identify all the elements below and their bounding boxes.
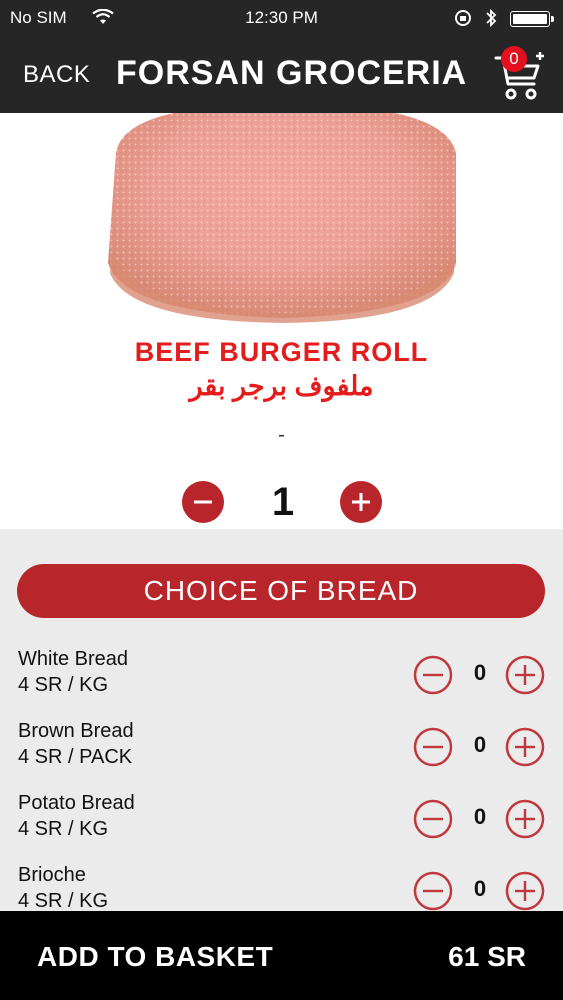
minus-circle-icon[interactable] (413, 727, 453, 767)
battery-icon (510, 11, 554, 27)
choice-of-bread-header[interactable]: CHOICE OF BREAD (17, 564, 545, 618)
plus-circle-icon[interactable] (505, 655, 545, 695)
option-count: 0 (473, 660, 487, 685)
option-name: Brioche (18, 864, 86, 886)
option-count: 0 (473, 732, 487, 757)
bread-options-panel: CHOICE OF BREAD White Bread 4 SR / KG 0 … (0, 529, 563, 911)
rotation-lock-icon (454, 9, 474, 32)
cart-count-badge: 0 (501, 46, 527, 72)
back-button[interactable]: BACK (23, 61, 90, 89)
option-name: Brown Bread (18, 720, 134, 742)
minus-circle-icon[interactable] (413, 871, 453, 911)
quantity-value: 1 (271, 480, 295, 524)
quantity-stepper: 1 (0, 480, 563, 524)
option-price: 4 SR / KG (18, 674, 109, 696)
option-name: Potato Bread (18, 792, 135, 814)
add-to-basket-button[interactable]: ADD TO BASKET (37, 941, 273, 973)
option-name: White Bread (18, 648, 129, 670)
plus-circle-icon[interactable] (505, 727, 545, 767)
option-row-brioche: Brioche 4 SR / KG 0 (0, 864, 563, 911)
option-price: 4 SR / KG (18, 890, 109, 911)
total-price: 61 SR (448, 941, 526, 972)
product-name-arabic: ملفوف برجر بقر (189, 371, 374, 401)
minus-circle-icon[interactable] (413, 655, 453, 695)
product-image (104, 113, 460, 325)
product-description: - (278, 424, 285, 446)
plus-circle-icon[interactable] (505, 799, 545, 839)
option-count: 0 (473, 876, 487, 901)
option-row-brown-bread: Brown Bread 4 SR / PACK 0 (0, 720, 563, 780)
app-header: No SIM 12:30 PM BACK FORSAN GROCERIA 0 (0, 0, 563, 113)
add-to-basket-bar[interactable]: ADD TO BASKET 61 SR (0, 911, 563, 1000)
option-price: 4 SR / KG (18, 818, 109, 840)
status-bar: No SIM 12:30 PM (0, 0, 563, 36)
option-price: 4 SR / PACK (18, 746, 133, 768)
minus-circle-icon[interactable] (413, 799, 453, 839)
bluetooth-icon (484, 8, 498, 33)
store-title: FORSAN GROCERIA (116, 54, 468, 92)
plus-circle-icon[interactable] (505, 871, 545, 911)
option-row-white-bread: White Bread 4 SR / KG 0 (0, 648, 563, 708)
option-count: 0 (473, 804, 487, 829)
status-time: 12:30 PM (245, 8, 318, 27)
option-row-potato-bread: Potato Bread 4 SR / KG 0 (0, 792, 563, 852)
decrease-quantity-button[interactable] (182, 481, 224, 523)
increase-quantity-button[interactable] (340, 481, 382, 523)
product-name: BEEF BURGER ROLL (134, 337, 429, 367)
